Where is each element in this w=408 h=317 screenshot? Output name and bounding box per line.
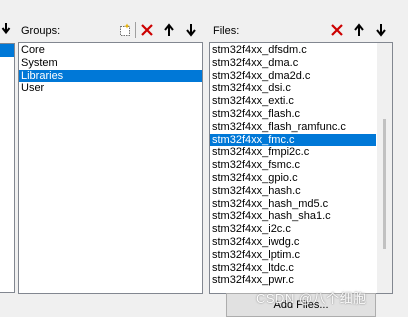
arrow-down-icon — [376, 23, 386, 37]
arrow-down-icon — [186, 23, 196, 37]
left-panel-list[interactable] — [0, 43, 15, 293]
new-item-icon — [120, 23, 130, 36]
file-item[interactable]: stm32f4xx_exti.c — [210, 95, 376, 108]
file-item[interactable]: stm32f4xx_fsmc.c — [210, 159, 376, 172]
files-scrollbar[interactable] — [377, 43, 392, 293]
group-item-libraries[interactable]: Libraries — [19, 69, 202, 83]
group-item-system[interactable]: System — [19, 57, 202, 70]
file-item[interactable]: stm32f4xx_gpio.c — [210, 172, 376, 185]
files-list[interactable]: stm32f4xx_dfsdm.c stm32f4xx_dma.c stm32f… — [209, 42, 393, 294]
new-group-button[interactable] — [116, 21, 134, 38]
move-file-down-button[interactable] — [372, 21, 390, 38]
file-item[interactable]: stm32f4xx_flash_ramfunc.c — [210, 121, 376, 134]
file-item[interactable]: stm32f4xx_hash.c — [210, 185, 376, 198]
group-item-core[interactable]: Core — [19, 44, 202, 57]
file-item[interactable]: stm32f4xx_hash_sha1.c — [210, 210, 376, 223]
watermark: CSDN @八个细胞 — [256, 291, 367, 306]
group-item-user[interactable]: User — [19, 82, 202, 95]
delete-group-button[interactable] — [138, 21, 156, 38]
file-item[interactable]: stm32f4xx_fmpi2c.c — [210, 146, 376, 159]
file-item[interactable]: stm32f4xx_dsi.c — [210, 82, 376, 95]
move-group-down-button[interactable] — [182, 21, 200, 38]
file-item[interactable]: stm32f4xx_iwdg.c — [210, 236, 376, 249]
file-item[interactable]: stm32f4xx_hash_md5.c — [210, 198, 376, 211]
file-item[interactable]: stm32f4xx_dfsdm.c — [210, 44, 376, 57]
file-item[interactable]: stm32f4xx_ltdc.c — [210, 262, 376, 275]
groups-list[interactable]: Core System Libraries User — [18, 42, 203, 294]
arrow-up-icon — [354, 22, 364, 36]
toolbar-separator — [135, 22, 136, 38]
file-item-selected[interactable]: stm32f4xx_fmc.c — [210, 133, 376, 147]
left-panel-down-button[interactable] — [0, 20, 14, 37]
file-item[interactable]: stm32f4xx_dma.c — [210, 57, 376, 70]
files-label: Files: — [213, 25, 240, 37]
delete-icon — [141, 23, 153, 36]
file-item[interactable]: stm32f4xx_pwr.c — [210, 274, 376, 287]
move-file-up-button[interactable] — [350, 21, 368, 38]
left-panel-selected-row[interactable] — [0, 44, 14, 57]
move-group-up-button[interactable] — [160, 21, 178, 38]
delete-icon — [331, 23, 343, 36]
arrow-up-icon — [164, 22, 174, 36]
files-scrollbar-thumb[interactable] — [383, 119, 386, 249]
delete-file-button[interactable] — [328, 21, 346, 38]
file-item[interactable]: stm32f4xx_dma2d.c — [210, 70, 376, 83]
file-item[interactable]: stm32f4xx_i2c.c — [210, 223, 376, 236]
file-item[interactable]: stm32f4xx_lptim.c — [210, 249, 376, 262]
file-item[interactable]: stm32f4xx_flash.c — [210, 108, 376, 121]
groups-label: Groups: — [21, 25, 61, 37]
